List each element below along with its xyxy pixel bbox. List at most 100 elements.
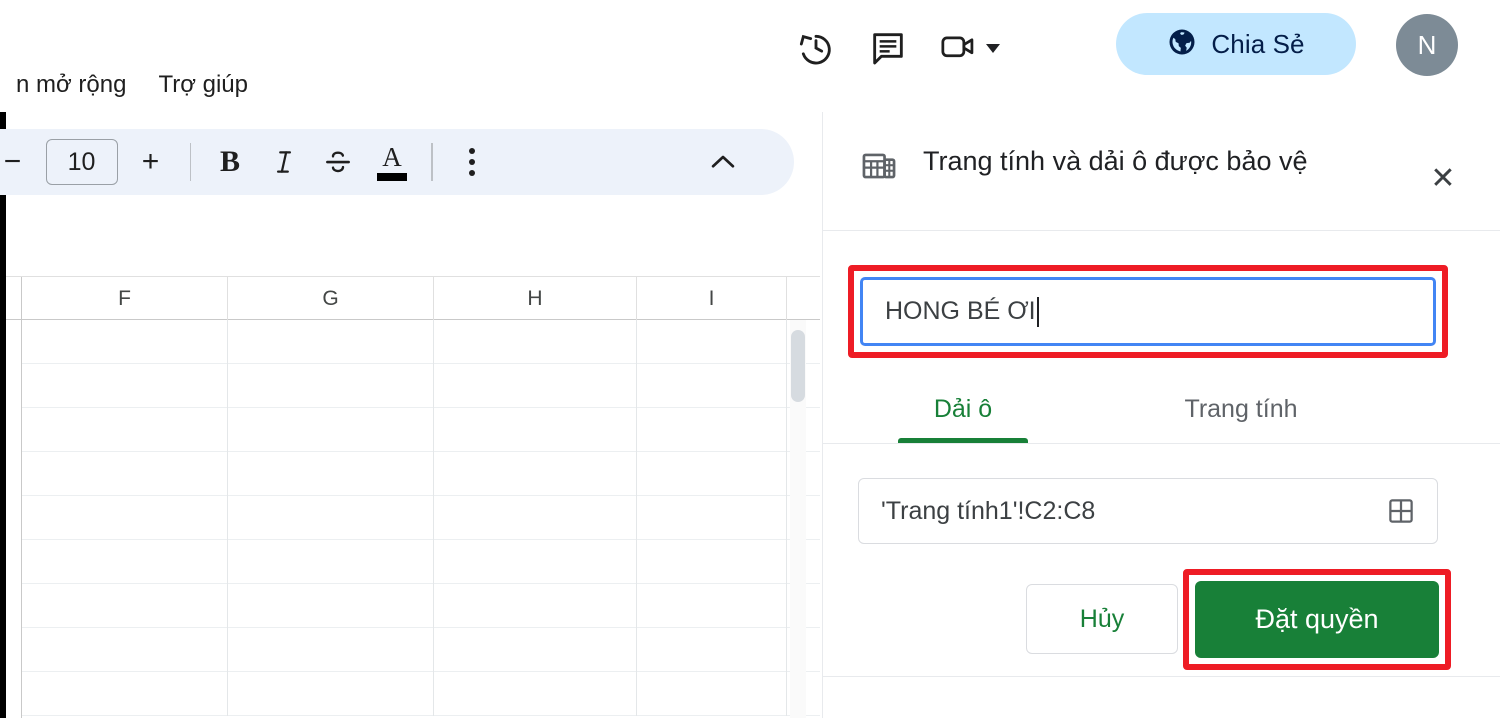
grid-row — [22, 672, 820, 716]
grid-cell-F[interactable] — [22, 452, 228, 496]
grid-cell-G[interactable] — [228, 628, 434, 672]
panel-footer-divider — [822, 676, 1500, 677]
grid-cell-F[interactable] — [22, 408, 228, 452]
chevron-down-icon — [986, 43, 1000, 53]
google-sheets-window: n mở rộng Trợ giúp Chia Sẻ N − 10 + B A … — [0, 0, 1500, 718]
description-input[interactable]: HONG BÉ ƠI — [860, 277, 1436, 346]
grid-cell-I[interactable] — [637, 628, 787, 672]
grid-row — [22, 540, 820, 584]
select-range-grid-icon[interactable] — [1383, 493, 1419, 529]
column-header-I[interactable]: I — [637, 277, 787, 321]
row-header-strip — [6, 276, 22, 718]
grid-cell-H[interactable] — [434, 540, 637, 584]
toolbar-divider-2 — [189, 143, 191, 181]
grid-cell-G[interactable] — [228, 672, 434, 716]
grid-cell-F[interactable] — [22, 628, 228, 672]
meet-video-icon — [938, 25, 980, 72]
grid-row — [22, 628, 820, 672]
protected-sheet-icon — [859, 146, 899, 186]
range-input-value: 'Trang tính1'!C2:C8 — [881, 496, 1096, 525]
grid-row — [22, 584, 820, 628]
grid-cell-G[interactable] — [228, 320, 434, 364]
grid-row — [22, 452, 820, 496]
grid-cell-F[interactable] — [22, 540, 228, 584]
decrease-font-size-button[interactable]: − — [0, 129, 40, 195]
grid-cell-I[interactable] — [637, 584, 787, 628]
grid-cell-H[interactable] — [434, 452, 637, 496]
grid-cell-G[interactable] — [228, 452, 434, 496]
grid-cell-H[interactable] — [434, 628, 637, 672]
grid-cell-G[interactable] — [228, 584, 434, 628]
tab-range[interactable]: Dải ô — [866, 376, 1060, 443]
menu-item-help[interactable]: Trợ giúp — [142, 71, 264, 99]
grid-cell-I[interactable] — [637, 540, 787, 584]
text-caret — [1036, 296, 1039, 327]
grid-cell-H[interactable] — [434, 584, 637, 628]
grid-cell-F[interactable] — [22, 496, 228, 540]
increase-font-size-button[interactable]: + — [124, 129, 178, 195]
vertical-scrollbar-thumb[interactable] — [791, 330, 805, 402]
grid-cell-I[interactable] — [637, 452, 787, 496]
meet-video-button[interactable] — [924, 16, 1000, 80]
bold-button[interactable]: B — [203, 129, 257, 195]
column-header-row: F G H I — [6, 276, 820, 321]
set-permissions-button[interactable]: Đặt quyền — [1195, 581, 1439, 658]
menu-bar: n mở rộng Trợ giúp — [0, 62, 264, 108]
grid-cell-I[interactable] — [637, 364, 787, 408]
more-options-icon[interactable] — [445, 129, 499, 195]
grid-row — [22, 408, 820, 452]
version-history-icon[interactable] — [780, 16, 852, 80]
format-toolbar: − 10 + B A — [0, 129, 794, 195]
range-input[interactable]: 'Trang tính1'!C2:C8 — [858, 478, 1438, 544]
column-header-H[interactable]: H — [434, 277, 637, 321]
font-size-input[interactable]: 10 — [45, 139, 118, 185]
grid-cell-H[interactable] — [434, 496, 637, 540]
avatar[interactable]: N — [1396, 14, 1458, 76]
grid-cell-I[interactable] — [637, 672, 787, 716]
panel-tabs: Dải ô Trang tính — [822, 376, 1500, 444]
toolbar-divider-3 — [431, 143, 433, 181]
grid-cell-G[interactable] — [228, 540, 434, 584]
grid-cell-F[interactable] — [22, 364, 228, 408]
grid-rows — [22, 320, 820, 718]
collapse-toolbar-icon[interactable] — [696, 129, 750, 195]
close-icon[interactable]: ✕ — [1425, 160, 1461, 196]
description-input-value: HONG BÉ ƠI — [885, 297, 1036, 325]
menu-item-extensions[interactable]: n mở rộng — [0, 71, 142, 99]
strikethrough-button[interactable] — [311, 129, 365, 195]
text-color-button[interactable]: A — [365, 129, 419, 195]
top-icon-group — [780, 16, 1000, 80]
grid-cell-G[interactable] — [228, 364, 434, 408]
comment-icon[interactable] — [852, 16, 924, 80]
panel-title: Trang tính và dải ô được bảo vệ — [923, 146, 1308, 176]
grid-cell-I[interactable] — [637, 408, 787, 452]
grid-cell-I[interactable] — [637, 496, 787, 540]
grid-cell-H[interactable] — [434, 364, 637, 408]
share-label: Chia Sẻ — [1211, 28, 1305, 59]
text-color-letter: A — [382, 142, 402, 172]
grid-cell-I[interactable] — [637, 320, 787, 364]
grid-cell-F[interactable] — [22, 320, 228, 364]
share-button[interactable]: Chia Sẻ — [1116, 13, 1356, 75]
tab-sheet[interactable]: Trang tính — [1144, 376, 1338, 443]
grid-row — [22, 496, 820, 540]
grid-cell-H[interactable] — [434, 672, 637, 716]
grid-cell-F[interactable] — [22, 672, 228, 716]
grid-row — [22, 364, 820, 408]
panel-header: Trang tính và dải ô được bảo vệ ✕ — [823, 112, 1500, 231]
column-header-F[interactable]: F — [22, 277, 228, 321]
grid-row — [22, 320, 820, 364]
grid-cell-G[interactable] — [228, 408, 434, 452]
grid-cell-F[interactable] — [22, 584, 228, 628]
italic-button[interactable] — [257, 129, 311, 195]
corner-header-cell[interactable] — [6, 277, 22, 321]
text-color-swatch — [377, 173, 407, 181]
grid-cell-H[interactable] — [434, 320, 637, 364]
globe-icon — [1167, 27, 1197, 62]
cancel-button[interactable]: Hủy — [1026, 584, 1178, 654]
column-header-G[interactable]: G — [228, 277, 434, 321]
spreadsheet-grid: F G H I — [6, 252, 820, 718]
top-bar: n mở rộng Trợ giúp Chia Sẻ N — [0, 0, 1500, 112]
grid-cell-G[interactable] — [228, 496, 434, 540]
grid-cell-H[interactable] — [434, 408, 637, 452]
